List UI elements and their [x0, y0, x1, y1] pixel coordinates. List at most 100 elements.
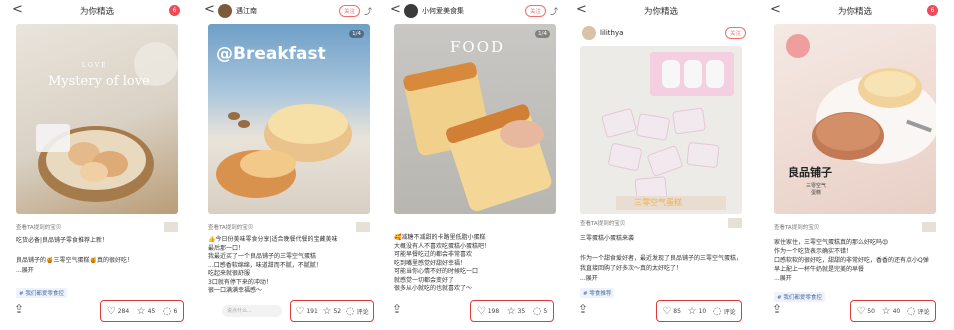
star-button[interactable]: ☆ 52	[323, 306, 342, 317]
star-count: 10	[698, 307, 707, 315]
comment-count: 5	[543, 307, 548, 315]
avatar[interactable]	[218, 4, 232, 18]
post-photo[interactable]: 1/4 FOOD	[394, 24, 556, 214]
like-button[interactable]: ♡ 85	[662, 306, 681, 317]
comment-button[interactable]: ◌ 评论	[346, 306, 369, 317]
notification-badge[interactable]: 6	[927, 5, 938, 16]
share-icon[interactable]: ⤴	[550, 6, 558, 17]
author-bar: lilithya 关注	[572, 22, 750, 44]
follow-button[interactable]: 关注	[724, 27, 746, 39]
heart-icon: ♡	[856, 305, 866, 317]
post-photo[interactable]: 三零空气蛋糕	[580, 46, 742, 214]
star-button[interactable]: ☆ 45	[137, 306, 156, 317]
star-button[interactable]: ☆ 35	[507, 306, 526, 317]
product-thumbnail[interactable]	[164, 222, 178, 232]
back-icon[interactable]: <	[204, 2, 215, 17]
action-bar: ⇪ ♡ 284 ☆ 45 ◌ 6	[8, 300, 186, 322]
share-icon[interactable]: ⇪	[578, 302, 588, 316]
share-icon[interactable]: ⇪	[772, 302, 782, 316]
follow-button[interactable]: 关注	[524, 5, 546, 17]
star-button[interactable]: ☆ 10	[688, 306, 707, 317]
back-icon[interactable]: <	[390, 2, 401, 17]
heart-icon: ♡	[476, 305, 486, 317]
comment-input[interactable]: 说点什么...	[222, 305, 282, 317]
mentioned-items[interactable]: 查看TA提到的宝贝	[580, 218, 742, 228]
comment-icon: ◌	[532, 305, 542, 317]
star-icon: ☆	[687, 305, 697, 317]
mentioned-items[interactable]: 查看TA提到的宝贝	[16, 222, 178, 232]
like-count: 50	[867, 307, 875, 315]
topic-tag[interactable]: # 我们都爱零食控	[16, 288, 67, 298]
photo-subcaption: 三零空气 蛋糕	[806, 183, 827, 196]
like-count: 284	[117, 307, 130, 315]
post-card-1: < 为你精选 6 Mystery of love LOVE 查看TA提到的宝贝 …	[8, 0, 186, 330]
action-bar: ⇪ ♡ 85 ☆ 10 ◌ 评论	[572, 300, 750, 322]
comment-button[interactable]: ◌ 评论	[713, 306, 736, 317]
share-icon[interactable]: ⇪	[392, 302, 402, 316]
mentioned-items[interactable]: 查看TA提到的宝贝	[208, 222, 370, 232]
back-icon[interactable]: <	[576, 2, 587, 17]
share-icon[interactable]: ⇪	[14, 302, 24, 316]
page-title: 为你精选	[837, 7, 872, 17]
star-count: 52	[333, 307, 342, 315]
post-description: 家住家住，三零空气蛋糕真的那么好吃吗😍 作为一个吃货表示确实不错！ 口感软软的很…	[774, 239, 929, 282]
heart-icon: ♡	[662, 305, 672, 317]
product-thumbnail[interactable]	[356, 222, 370, 232]
post-photo[interactable]: 良品铺子 三零空气 蛋糕	[774, 24, 936, 214]
post-card-2: < 遇江南 关注 ⤴ 1/4 @Breakfast 查看TA提到的宝贝 👍今日份…	[200, 0, 378, 330]
mentioned-items-label: 查看TA提到的宝贝	[580, 221, 626, 227]
post-description: 三零蛋糕小蛋糕来袭 作为一个甜食爱好者，最近发现了良品铺子的三零空气蛋糕， 我直…	[580, 235, 743, 282]
comment-button[interactable]: ◌ 5	[533, 306, 548, 317]
like-button[interactable]: ♡ 50	[856, 306, 875, 317]
mentioned-items-label: 查看TA提到的宝贝	[208, 225, 254, 231]
back-icon[interactable]: <	[12, 2, 23, 17]
post-photo[interactable]: 1/4 @Breakfast	[208, 24, 370, 214]
avatar[interactable]	[404, 4, 418, 18]
author-name[interactable]: lilithya	[600, 29, 623, 37]
follow-button[interactable]: 关注	[338, 5, 360, 17]
star-icon: ☆	[506, 305, 516, 317]
photo-caption: Mystery of love	[48, 74, 150, 89]
star-icon: ☆	[322, 305, 332, 317]
like-button[interactable]: ♡ 198	[477, 306, 499, 317]
comment-icon: ◌	[162, 305, 172, 317]
like-count: 85	[673, 307, 681, 315]
comment-count: 6	[173, 307, 178, 315]
top-bar: < 为你精选	[572, 0, 750, 22]
mentioned-items[interactable]: 查看TA提到的宝贝	[774, 222, 936, 232]
star-count: 40	[892, 307, 901, 315]
topic-tag[interactable]: # 零食推荐	[580, 288, 615, 298]
star-count: 45	[147, 307, 156, 315]
notification-badge[interactable]: 6	[169, 5, 180, 16]
star-count: 35	[517, 307, 526, 315]
author-name[interactable]: 遇江南	[236, 6, 257, 16]
action-bar: ⇪ ♡ 50 ☆ 40 ◌ 评论	[766, 300, 944, 322]
post-photo[interactable]: Mystery of love LOVE	[16, 24, 178, 214]
comment-icon: ◌	[345, 305, 355, 317]
page-title: 为你精选	[79, 7, 114, 17]
comment-button[interactable]: ◌ 6	[163, 306, 178, 317]
avatar[interactable]	[582, 26, 596, 40]
like-count: 191	[306, 307, 318, 315]
comment-button[interactable]: ◌ 评论	[907, 306, 930, 317]
author-name[interactable]: 小何爱美食集	[422, 6, 464, 16]
photo-caption: @Breakfast	[216, 44, 326, 64]
photo-caption: 良品铺子	[788, 166, 832, 179]
star-icon: ☆	[881, 305, 891, 317]
bread-basket-illustration	[36, 42, 178, 202]
cake-plate-illustration	[786, 34, 936, 164]
top-bar: < 为你精选 6	[766, 0, 944, 22]
post-description: 吃货必备|良品铺子零食推荐上新！ 良品铺子的🍯三零空气蛋糕🍯真的很好吃！ ...…	[16, 237, 133, 274]
product-thumbnail[interactable]	[922, 222, 936, 232]
comment-count: 评论	[356, 308, 369, 316]
author-bar: < 小何爱美食集 关注 ⤴	[386, 0, 564, 22]
post-description: 🥰减糖不减甜的卡路里低脂小蛋糕 大概没有人不喜欢吃蛋糕小蛋糕吧！ 可能早餐吃过的…	[394, 234, 491, 292]
product-thumbnail[interactable]	[728, 218, 742, 228]
like-button[interactable]: ♡ 284	[107, 306, 129, 317]
like-button[interactable]: ♡ 191	[295, 306, 317, 317]
star-button[interactable]: ☆ 40	[882, 306, 901, 317]
action-bar: 说点什么... ♡ 191 ☆ 52 ◌ 评论	[200, 300, 378, 322]
back-icon[interactable]: <	[770, 2, 781, 17]
comment-icon: ◌	[906, 305, 916, 317]
share-icon[interactable]: ⤴	[364, 6, 372, 17]
